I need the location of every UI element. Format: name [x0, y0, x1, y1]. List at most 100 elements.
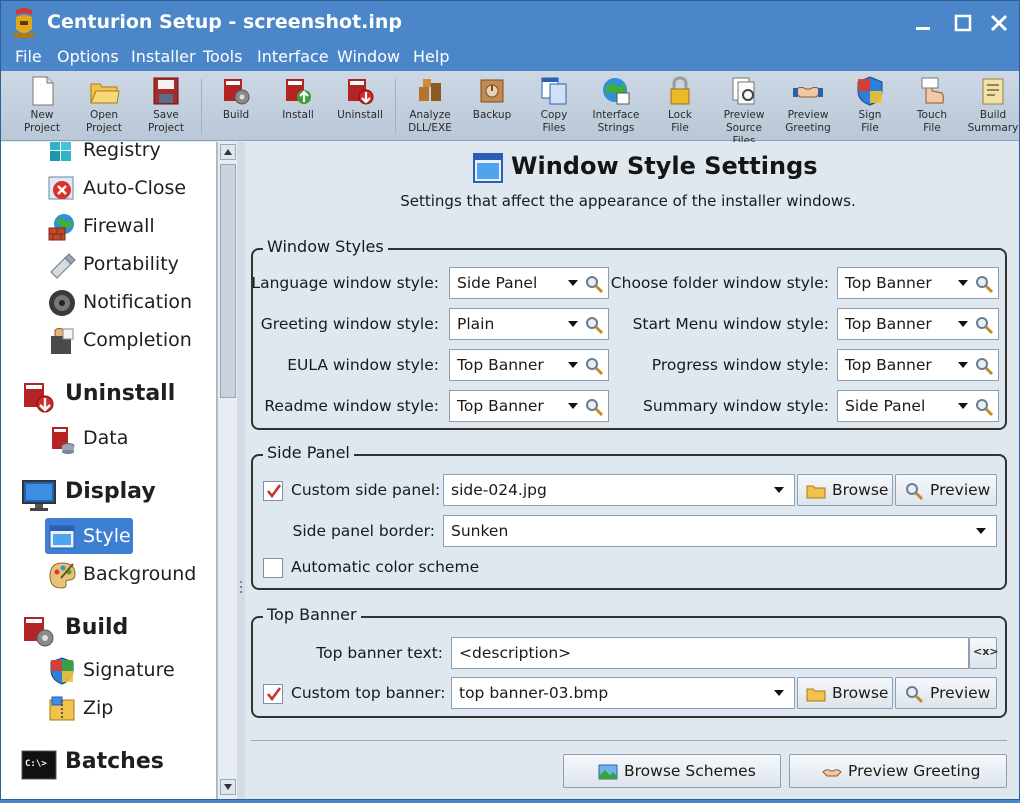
custom-side-panel-checkbox[interactable]: [263, 481, 283, 501]
interface-strings-icon: [603, 78, 630, 105]
minimize-button[interactable]: [909, 9, 937, 37]
close-button[interactable]: [985, 9, 1013, 37]
install-button[interactable]: Install: [267, 75, 329, 137]
save-project-button[interactable]: Save Project: [135, 75, 197, 137]
minimize-icon: [916, 27, 930, 30]
sign-file-button[interactable]: Sign File: [839, 75, 901, 137]
uninstall-button[interactable]: Uninstall: [329, 75, 391, 137]
automatic-color-scheme-label: Automatic color scheme: [291, 558, 480, 576]
eula-style-select[interactable]: Top Banner: [449, 349, 609, 381]
sidebar-scrollbar[interactable]: [217, 142, 237, 799]
readme-style-select[interactable]: Top Banner: [449, 390, 609, 422]
chevron-down-icon: [958, 280, 968, 286]
choose-folder-style-select[interactable]: Top Banner: [837, 267, 999, 299]
preview-greeting-icon: [793, 86, 823, 98]
language-style-select[interactable]: Side Panel: [449, 267, 609, 299]
lock-icon: [670, 76, 690, 105]
menu-help[interactable]: Help: [409, 47, 453, 66]
folder-icon: [806, 688, 826, 702]
open-project-button[interactable]: Open Project: [73, 75, 135, 137]
shield-icon: [50, 657, 74, 685]
monitor-icon: [22, 480, 56, 511]
summary-style-select[interactable]: Side Panel: [837, 390, 999, 422]
readme-style-label: Readme window style:: [264, 397, 439, 415]
side-panel-preview-button[interactable]: Preview: [895, 474, 997, 506]
window-styles-group-title: Window Styles: [263, 237, 388, 256]
progress-style-select[interactable]: Top Banner: [837, 349, 999, 381]
close-icon: [990, 14, 1008, 32]
side-panel-group: Side Panel Custom side panel: side-024.j…: [251, 443, 1007, 590]
top-banner-text-input[interactable]: <description>: [451, 637, 969, 669]
folder-icon: [806, 485, 826, 499]
magnifier-icon[interactable]: [584, 315, 604, 335]
centurion-helmet-icon: [13, 8, 35, 38]
backup-button[interactable]: Backup: [461, 75, 523, 137]
lock-file-button[interactable]: Lock File: [649, 75, 711, 137]
start-menu-style-select[interactable]: Top Banner: [837, 308, 999, 340]
magnifier-icon: [906, 483, 924, 501]
greeting-style-select[interactable]: Plain: [449, 308, 609, 340]
magnifier-icon[interactable]: [584, 274, 604, 294]
install-icon: [286, 79, 311, 104]
toolbar: New Project Open Project Save Project Build…: [1, 71, 1020, 147]
custom-top-banner-checkbox[interactable]: [263, 684, 283, 704]
menu-tools[interactable]: Tools: [199, 47, 246, 66]
scroll-thumb[interactable]: [220, 164, 236, 398]
build-summary-button[interactable]: Build Summary: [963, 75, 1020, 137]
eula-style-label: EULA window style:: [287, 356, 439, 374]
interface-strings-button[interactable]: Interface Strings: [585, 75, 647, 137]
side-panel-border-select[interactable]: Sunken: [443, 515, 997, 547]
preview-greeting-button[interactable]: Preview Greeting: [789, 754, 1007, 788]
custom-top-banner-select[interactable]: top banner-03.bmp: [451, 677, 795, 709]
auto-close-icon: [48, 176, 74, 200]
picture-icon: [598, 764, 618, 780]
preview-source-files-button[interactable]: Preview Source Files: [713, 75, 775, 147]
magnifier-icon[interactable]: [974, 274, 994, 294]
magnifier-icon[interactable]: [584, 397, 604, 417]
menu-interface[interactable]: Interface: [253, 47, 333, 66]
top-banner-group: Top Banner Top banner text: <description…: [251, 605, 1007, 718]
copy-files-button[interactable]: Copy Files: [523, 75, 585, 137]
magnifier-icon[interactable]: [974, 397, 994, 417]
magnifier-icon[interactable]: [584, 356, 604, 376]
automatic-color-scheme-checkbox[interactable]: [263, 558, 283, 578]
menu-installer[interactable]: Installer: [127, 47, 200, 66]
custom-side-panel-select[interactable]: side-024.jpg: [443, 474, 795, 506]
insert-variable-button[interactable]: <x>: [969, 637, 999, 669]
top-banner-browse-button[interactable]: Browse: [797, 677, 893, 709]
sidebar: Registry Auto-Close Firewall Portability…: [1, 142, 217, 799]
window-style-icon: [473, 153, 503, 183]
copy-files-icon: [541, 77, 567, 105]
side-panel-group-title: Side Panel: [263, 443, 354, 462]
chevron-down-icon: [774, 690, 784, 696]
app-window: Centurion Setup - screenshot.inp File Op…: [0, 0, 1020, 800]
preview-greeting-toolbar-button[interactable]: Preview Greeting: [777, 75, 839, 137]
side-panel-browse-button[interactable]: Browse: [797, 474, 893, 506]
completion-icon: [51, 327, 74, 354]
scroll-down-arrow[interactable]: [220, 779, 236, 795]
top-banner-preview-button[interactable]: Preview: [895, 677, 997, 709]
magnifier-icon[interactable]: [974, 315, 994, 335]
scroll-up-arrow[interactable]: [220, 144, 236, 160]
svg-text:C:\>: C:\>: [25, 759, 47, 769]
new-project-button[interactable]: New Project: [11, 75, 73, 137]
style-icon: [49, 525, 75, 549]
chevron-down-icon: [568, 403, 578, 409]
touch-file-button[interactable]: Touch File: [901, 75, 963, 137]
panel-splitter[interactable]: [237, 142, 245, 799]
chevron-down-icon: [568, 362, 578, 368]
menu-file[interactable]: File: [11, 47, 46, 66]
magnifier-icon[interactable]: [974, 356, 994, 376]
command-prompt-icon: C:\>: [21, 750, 57, 780]
progress-style-label: Progress window style:: [651, 356, 829, 374]
build-button[interactable]: Build: [205, 75, 267, 137]
chevron-down-icon: [568, 280, 578, 286]
menu-window[interactable]: Window: [333, 47, 404, 66]
uninstall-icon: [348, 79, 374, 105]
menu-options[interactable]: Options: [53, 47, 123, 66]
page-title: Window Style Settings: [511, 152, 818, 180]
browse-schemes-button[interactable]: Browse Schemes: [563, 754, 781, 788]
analyze-dll-exe-button[interactable]: Analyze DLL/EXE: [399, 75, 461, 137]
side-panel-border-label: Side panel border:: [292, 522, 436, 540]
maximize-button[interactable]: [949, 9, 977, 37]
